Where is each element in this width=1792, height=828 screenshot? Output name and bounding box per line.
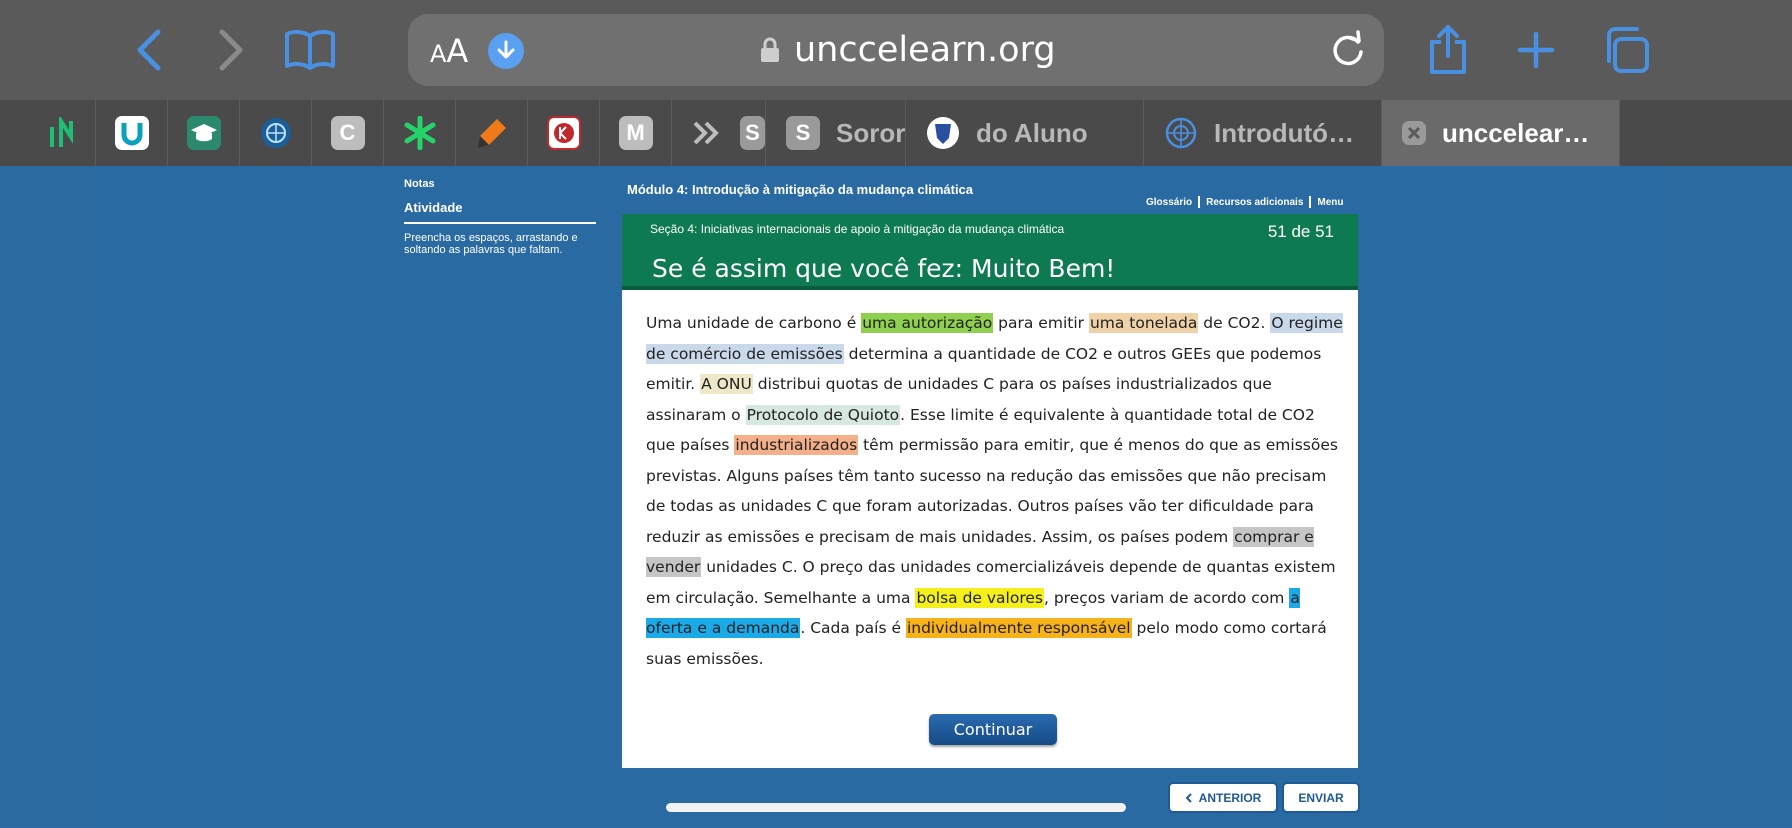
tab-do-aluno[interactable]: do Aluno bbox=[906, 100, 1144, 166]
tab-pinned-6[interactable] bbox=[384, 100, 456, 166]
continue-button[interactable]: Continuar bbox=[929, 714, 1057, 745]
tab-sorori[interactable]: S Sorori bbox=[766, 100, 906, 166]
slide-content: Uma unidade de carbono é uma autorização… bbox=[622, 290, 1358, 768]
filled-answer[interactable]: A ONU bbox=[700, 374, 753, 394]
link-separator bbox=[1198, 196, 1201, 208]
activity-instructions: Preencha os espaços, arrastando e soltan… bbox=[404, 232, 578, 256]
top-links: Glossário Recursos adicionais Menu bbox=[1146, 196, 1344, 208]
tab-bar: C M S S Sorori do Aluno Introdutó… uncce… bbox=[0, 100, 1792, 166]
filled-answer[interactable]: individualmente responsável bbox=[905, 618, 1132, 638]
reader-text-size-button[interactable]: AA bbox=[430, 32, 468, 70]
address-bar[interactable]: AA unccelearn.org bbox=[408, 14, 1384, 86]
paragraph-text: de CO2. bbox=[1198, 314, 1271, 332]
tab-pinned-4[interactable] bbox=[240, 100, 312, 166]
submit-button[interactable]: ENVIAR bbox=[1282, 782, 1360, 813]
activity-sidebar: Notas Atividade Preencha os espaços, arr… bbox=[404, 178, 596, 256]
tab-pinned-8[interactable] bbox=[528, 100, 600, 166]
submit-label: ENVIAR bbox=[1298, 790, 1344, 805]
share-icon[interactable] bbox=[1420, 22, 1476, 78]
link-separator bbox=[1309, 196, 1312, 208]
previous-label: ANTERIOR bbox=[1198, 790, 1262, 805]
paragraph-text: . Cada país é bbox=[800, 619, 906, 637]
slide-header: Seção 4: Iniciativas internacionais de a… bbox=[622, 214, 1358, 290]
back-icon[interactable] bbox=[122, 22, 178, 78]
filled-answer[interactable]: uma tonelada bbox=[1088, 313, 1199, 333]
tab-pinned-5[interactable]: C bbox=[312, 100, 384, 166]
tabs-overview-icon[interactable] bbox=[1598, 22, 1654, 78]
close-tab-icon[interactable] bbox=[1402, 121, 1426, 145]
tab-label: Sorori bbox=[836, 117, 906, 148]
kk-logo-icon bbox=[546, 116, 581, 150]
reload-icon[interactable] bbox=[1328, 30, 1368, 75]
tab-label: do Aluno bbox=[976, 117, 1088, 148]
filled-answer[interactable]: bolsa de valores bbox=[915, 587, 1044, 608]
brain-globe-icon bbox=[260, 118, 291, 148]
slide-title: Se é assim que você fez: Muito Bem! bbox=[652, 254, 1116, 283]
tab-pinned-9[interactable]: M bbox=[600, 100, 672, 166]
chevron-left-icon bbox=[1185, 792, 1192, 803]
tab-pinned-7[interactable] bbox=[456, 100, 528, 166]
filled-answer[interactable]: uma autorização bbox=[861, 313, 994, 333]
download-icon[interactable] bbox=[488, 33, 524, 69]
tab-introdutorio[interactable]: Introdutó… bbox=[1144, 100, 1382, 166]
u-logo-icon bbox=[114, 116, 149, 150]
double-chevron-right-icon bbox=[693, 121, 719, 145]
new-tab-icon[interactable] bbox=[1508, 22, 1564, 78]
asterisk-icon bbox=[404, 116, 435, 150]
marker-pen-icon bbox=[477, 119, 506, 148]
section-title: Seção 4: Iniciativas internacionais de a… bbox=[650, 222, 1065, 236]
letter-s-icon: S bbox=[740, 116, 765, 150]
url-text: unccelearn.org bbox=[794, 30, 1056, 70]
filled-answer[interactable]: Protocolo de Quioto bbox=[745, 404, 901, 425]
resources-link[interactable]: Recursos adicionais bbox=[1206, 197, 1303, 208]
url-display[interactable]: unccelearn.org bbox=[760, 30, 1056, 70]
more-tabs-button[interactable] bbox=[672, 100, 740, 166]
letter-s-icon: S bbox=[786, 116, 820, 150]
tab-label: unccelear… bbox=[1442, 117, 1590, 148]
browser-toolbar: AA unccelearn.org bbox=[0, 0, 1792, 100]
menu-link[interactable]: Menu bbox=[1317, 197, 1343, 208]
filled-answer[interactable]: industrializados bbox=[734, 435, 859, 455]
tab-pinned-3[interactable] bbox=[168, 100, 240, 166]
previous-button[interactable]: ANTERIOR bbox=[1168, 782, 1278, 813]
glossary-link[interactable]: Glossário bbox=[1146, 197, 1192, 208]
graduation-cap-icon bbox=[186, 116, 221, 150]
notes-tab[interactable]: Notas bbox=[404, 178, 596, 190]
module-title: Módulo 4: Introdução à mitigação da muda… bbox=[627, 182, 974, 197]
letter-m-icon: M bbox=[618, 116, 653, 150]
tab-unccelearn-active[interactable]: unccelear… bbox=[1382, 100, 1620, 166]
progress-scrollbar[interactable] bbox=[666, 803, 1126, 812]
paragraph-text: , preços variam de acordo com bbox=[1043, 588, 1290, 607]
paragraph-text: Uma unidade de carbono é bbox=[646, 314, 862, 332]
page-counter: 51 de 51 bbox=[1267, 222, 1334, 241]
tab-pinned-10[interactable]: S bbox=[740, 100, 766, 166]
lock-icon bbox=[761, 37, 779, 62]
letter-c-icon: C bbox=[330, 116, 365, 150]
feedback-paragraph: Uma unidade de carbono é uma autorização… bbox=[646, 308, 1346, 674]
un-globe-icon bbox=[1165, 117, 1197, 149]
growth-chart-icon bbox=[50, 117, 73, 147]
tab-pinned-2[interactable] bbox=[96, 100, 168, 166]
forward-icon[interactable] bbox=[202, 22, 258, 78]
tab-label: Introdutó… bbox=[1214, 117, 1355, 148]
paragraph-text: para emitir bbox=[993, 314, 1089, 332]
shield-logo-icon bbox=[927, 117, 959, 149]
tab-pinned-1[interactable] bbox=[0, 100, 96, 166]
bookmarks-icon[interactable] bbox=[282, 22, 338, 78]
activity-tab[interactable]: Atividade bbox=[404, 200, 596, 224]
